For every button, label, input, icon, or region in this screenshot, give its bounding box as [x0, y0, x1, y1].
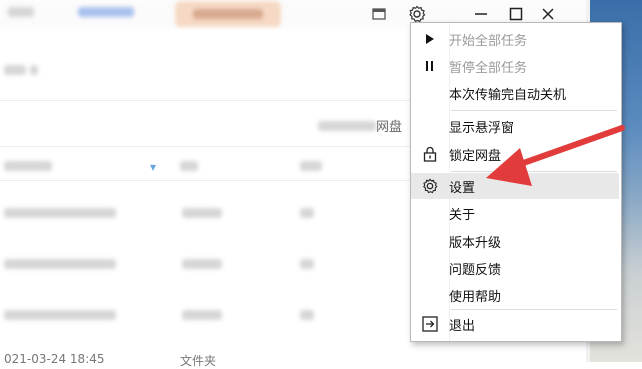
pause-icon	[411, 53, 449, 79]
blurred-logo	[8, 6, 38, 20]
mini-window-icon[interactable]	[368, 3, 390, 25]
menu-item-lock-disk[interactable]: 锁定网盘	[411, 141, 619, 167]
column-header-name[interactable]	[4, 160, 52, 174]
context-menu: 开始全部任务 暂停全部任务 本次传输完自动关机 显示悬浮窗 锁定网盘 设置 关于…	[410, 22, 622, 342]
menu-item-settings[interactable]: 设置	[411, 173, 619, 199]
menu-item-auto-shutdown[interactable]: 本次传输完自动关机	[411, 80, 619, 106]
menu-item-feedback[interactable]: 问题反馈	[411, 255, 619, 281]
exit-icon	[411, 311, 449, 337]
row-type: 文件夹	[180, 354, 217, 368]
blurred-active-tab[interactable]	[175, 1, 281, 27]
menu-item-help[interactable]: 使用帮助	[411, 282, 619, 308]
storage-info: 网盘	[318, 116, 402, 135]
column-header-type[interactable]	[300, 160, 322, 174]
menu-item-floating-window[interactable]: 显示悬浮窗	[411, 113, 619, 139]
column-header-size[interactable]	[180, 160, 198, 174]
breadcrumb	[4, 64, 39, 79]
menu-item-exit[interactable]: 退出	[411, 311, 619, 337]
gear-icon	[411, 173, 449, 199]
blurred-nav-tab[interactable]	[78, 6, 134, 20]
menu-item-start-all[interactable]: 开始全部任务	[411, 26, 619, 52]
menu-item-about[interactable]: 关于	[411, 200, 619, 226]
row-date: 021-03-24 18:45	[4, 352, 105, 366]
lock-icon	[411, 141, 449, 167]
menu-item-pause-all[interactable]: 暂停全部任务	[411, 53, 619, 79]
play-icon	[411, 26, 449, 52]
sort-indicator: ▾	[150, 160, 157, 174]
menu-item-upgrade[interactable]: 版本升级	[411, 228, 619, 254]
